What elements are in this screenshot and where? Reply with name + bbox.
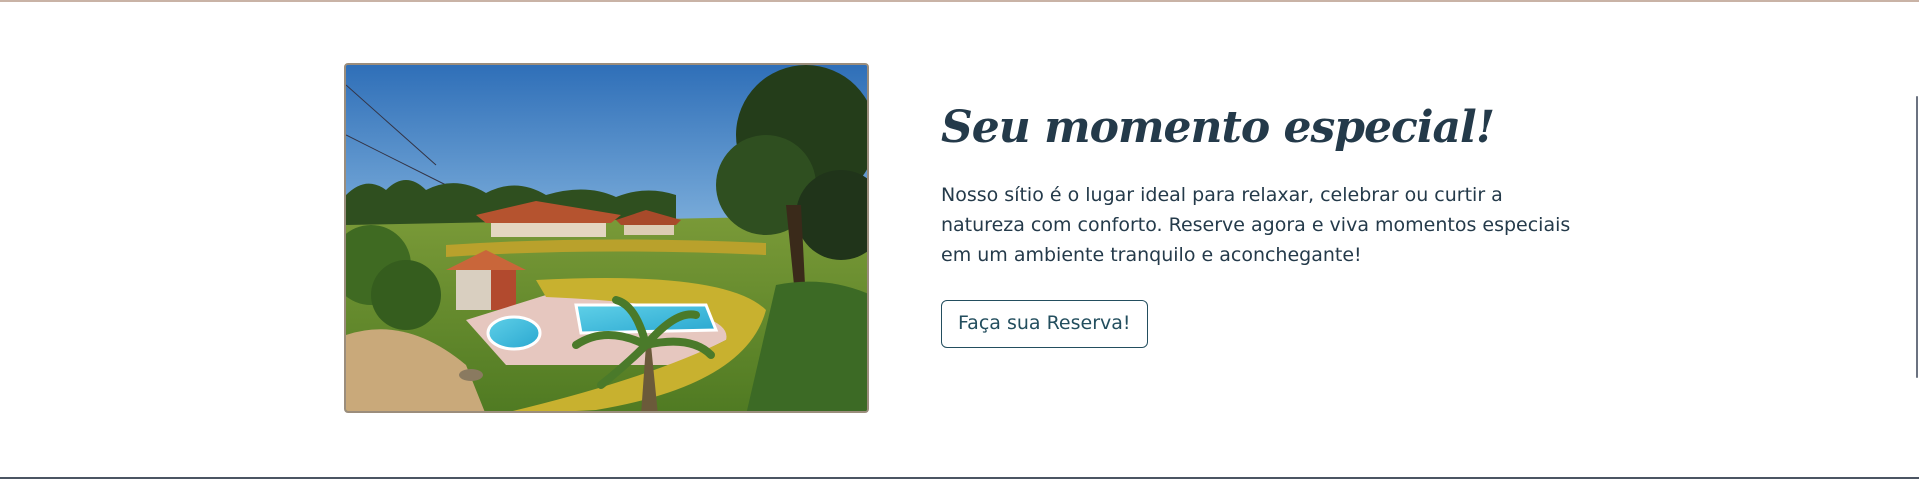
promo-content: Seu momento especial! Nosso sítio é o lu… [941, 100, 1581, 348]
venue-photo [344, 63, 869, 413]
page: Seu momento especial! Nosso sítio é o lu… [0, 0, 1919, 479]
section-title: Seu momento especial! [941, 102, 1495, 153]
section-description: Nosso sítio é o lugar ideal para relaxar… [941, 184, 1571, 266]
book-reservation-button[interactable]: Faça sua Reserva! [941, 300, 1148, 348]
scrollbar-thumb[interactable] [1916, 96, 1918, 378]
top-divider [0, 0, 1919, 2]
